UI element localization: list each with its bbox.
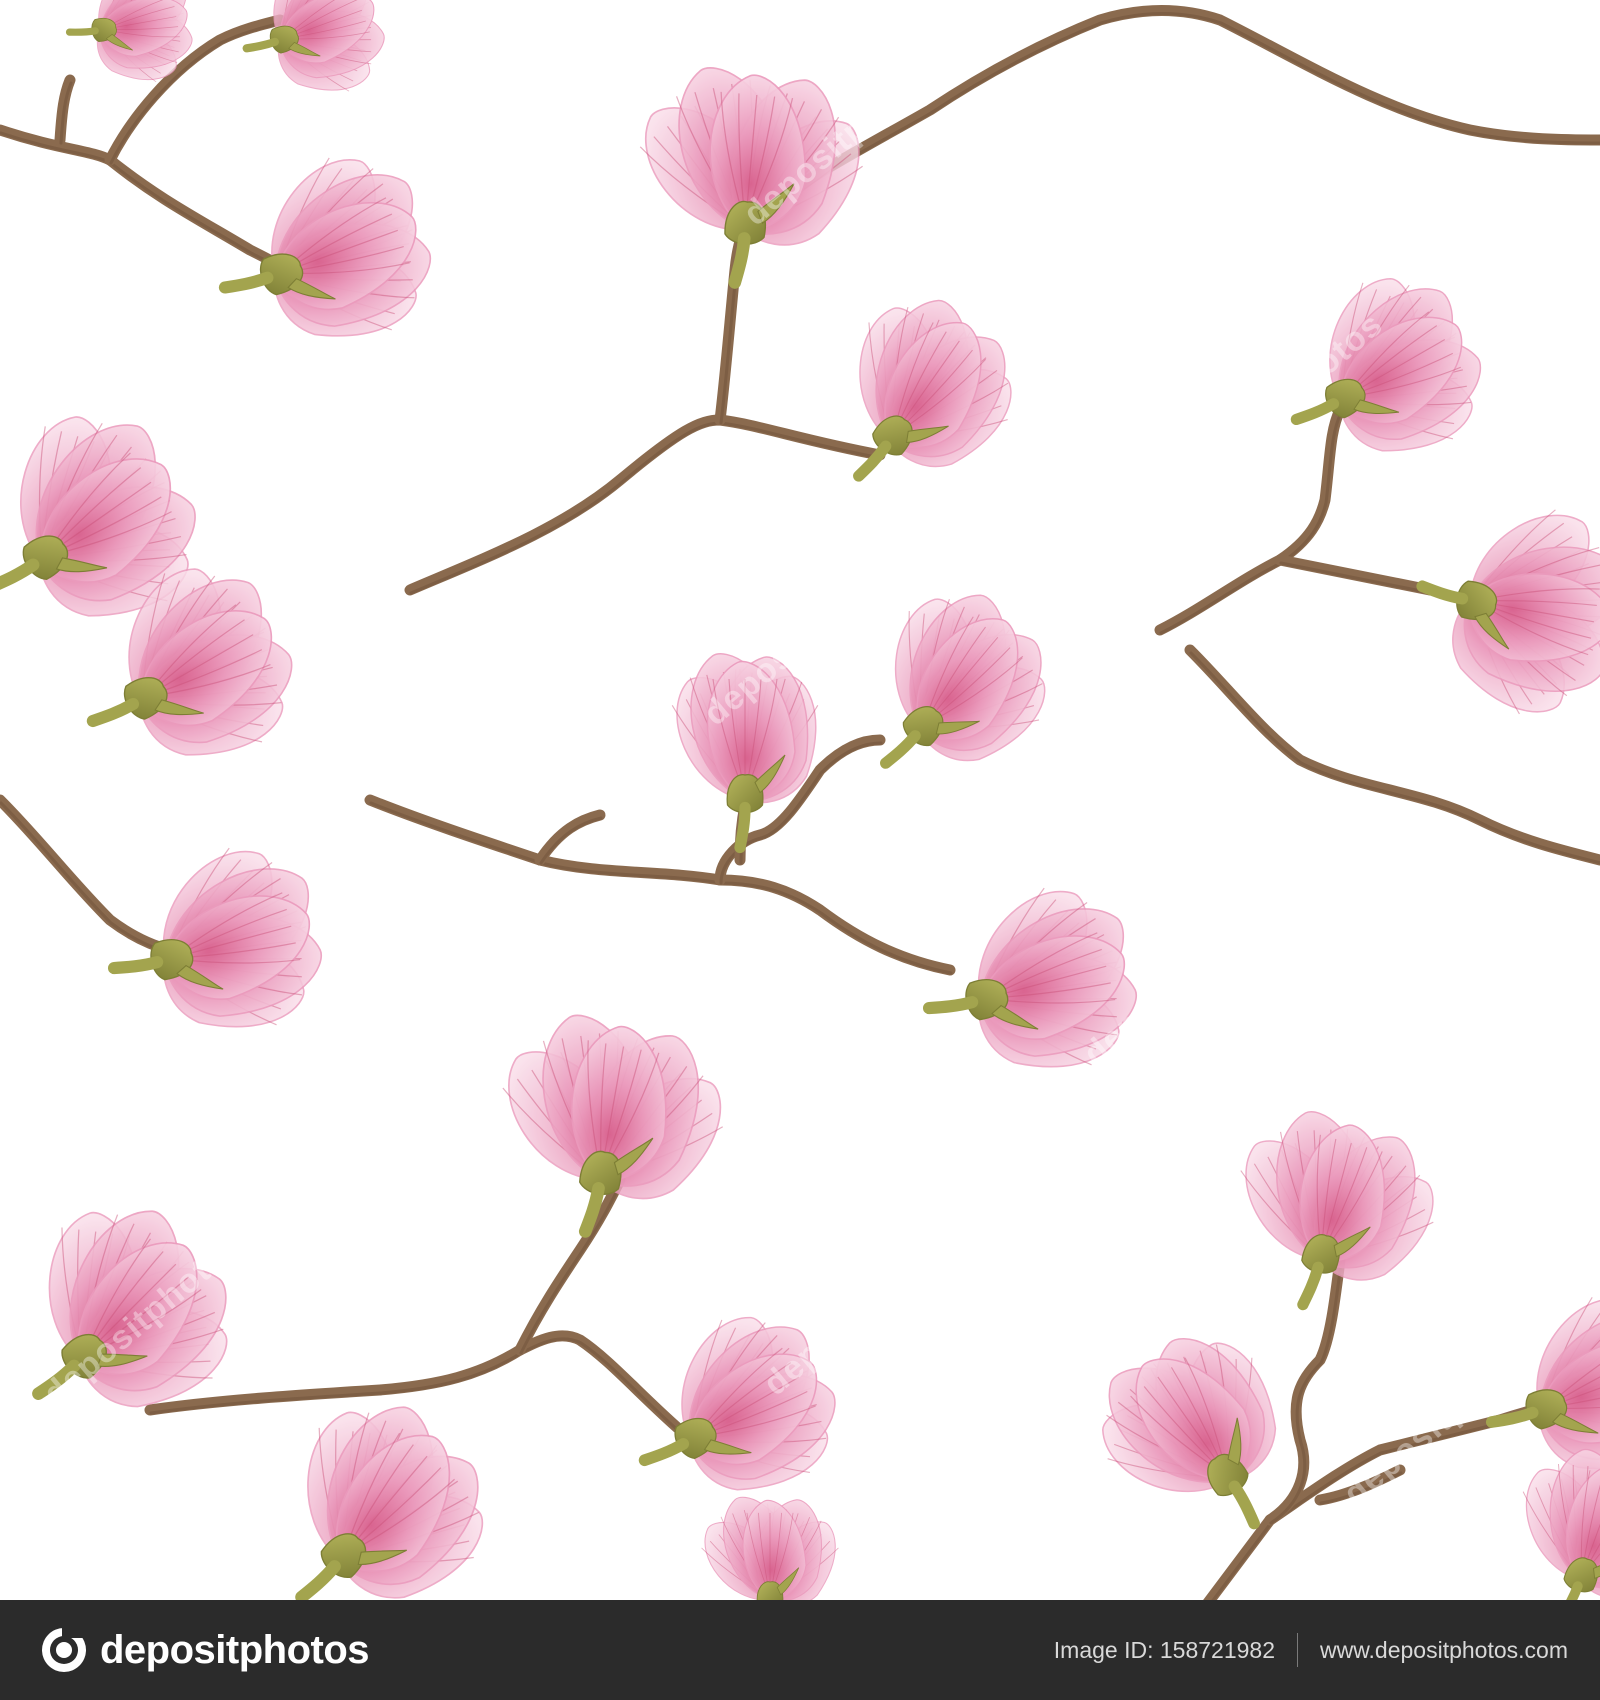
magnolia-flower xyxy=(1290,277,1482,452)
branch-shadow xyxy=(744,12,1600,230)
flower-stem xyxy=(922,996,979,1015)
magnolia-flower xyxy=(1416,509,1600,715)
flower-stem xyxy=(1416,580,1469,605)
flower-stem xyxy=(242,37,279,53)
flower-stem xyxy=(1297,1261,1324,1311)
magnolia-flower xyxy=(107,847,322,1028)
magnolia-flower xyxy=(853,299,1012,482)
flower-stem xyxy=(65,27,99,36)
flower-stem xyxy=(295,1560,341,1600)
stock-footer-bar: depositphotos Image ID: 158721982 www.de… xyxy=(0,1600,1600,1700)
image-id-label: Image ID: 158721982 xyxy=(1053,1636,1275,1663)
branch xyxy=(1274,554,1436,596)
magnolia-flower xyxy=(218,157,432,337)
flower-stem xyxy=(734,801,751,854)
branch xyxy=(739,5,1600,231)
pattern-canvas xyxy=(0,0,1600,1600)
flower-stem xyxy=(1228,1480,1260,1530)
flower-stem xyxy=(32,1359,81,1400)
magnolia-flower xyxy=(880,594,1046,769)
branch-shadow xyxy=(409,421,883,595)
magnolia-flower xyxy=(922,887,1137,1068)
branch-shadow xyxy=(519,1181,623,1355)
magnolia-watercolor-pattern: depositphotos depositphotos depositphoto… xyxy=(0,0,1600,1600)
branch xyxy=(1154,404,1346,636)
flower-stem xyxy=(107,956,164,975)
flower-stem xyxy=(1290,398,1340,426)
magnolia-flower xyxy=(242,0,385,92)
flower-stem xyxy=(218,271,274,294)
magnolia-flower xyxy=(671,653,819,854)
branch xyxy=(0,794,176,956)
depositphotos-logo: depositphotos xyxy=(40,1626,370,1674)
footer-divider xyxy=(1296,1633,1298,1667)
flower-stem xyxy=(880,730,921,769)
magnolia-flower xyxy=(502,1014,724,1238)
magnolia-flower xyxy=(1102,1337,1277,1530)
logo-wordmark: depositphotos xyxy=(100,1627,370,1672)
branch xyxy=(0,124,306,286)
flower-stem xyxy=(0,558,40,593)
depositphotos-logo-icon xyxy=(42,1628,86,1672)
magnolia-flower xyxy=(32,1210,228,1408)
branch xyxy=(364,794,956,976)
site-url-link[interactable]: www.depositphotos.com xyxy=(1320,1637,1568,1664)
magnolia-flower xyxy=(701,1496,839,1600)
branch-shadow xyxy=(1279,561,1433,595)
magnolia-flower xyxy=(639,67,863,289)
branch-shadow xyxy=(0,131,303,285)
flower-stem xyxy=(86,697,140,728)
flower-stem xyxy=(638,1438,690,1467)
